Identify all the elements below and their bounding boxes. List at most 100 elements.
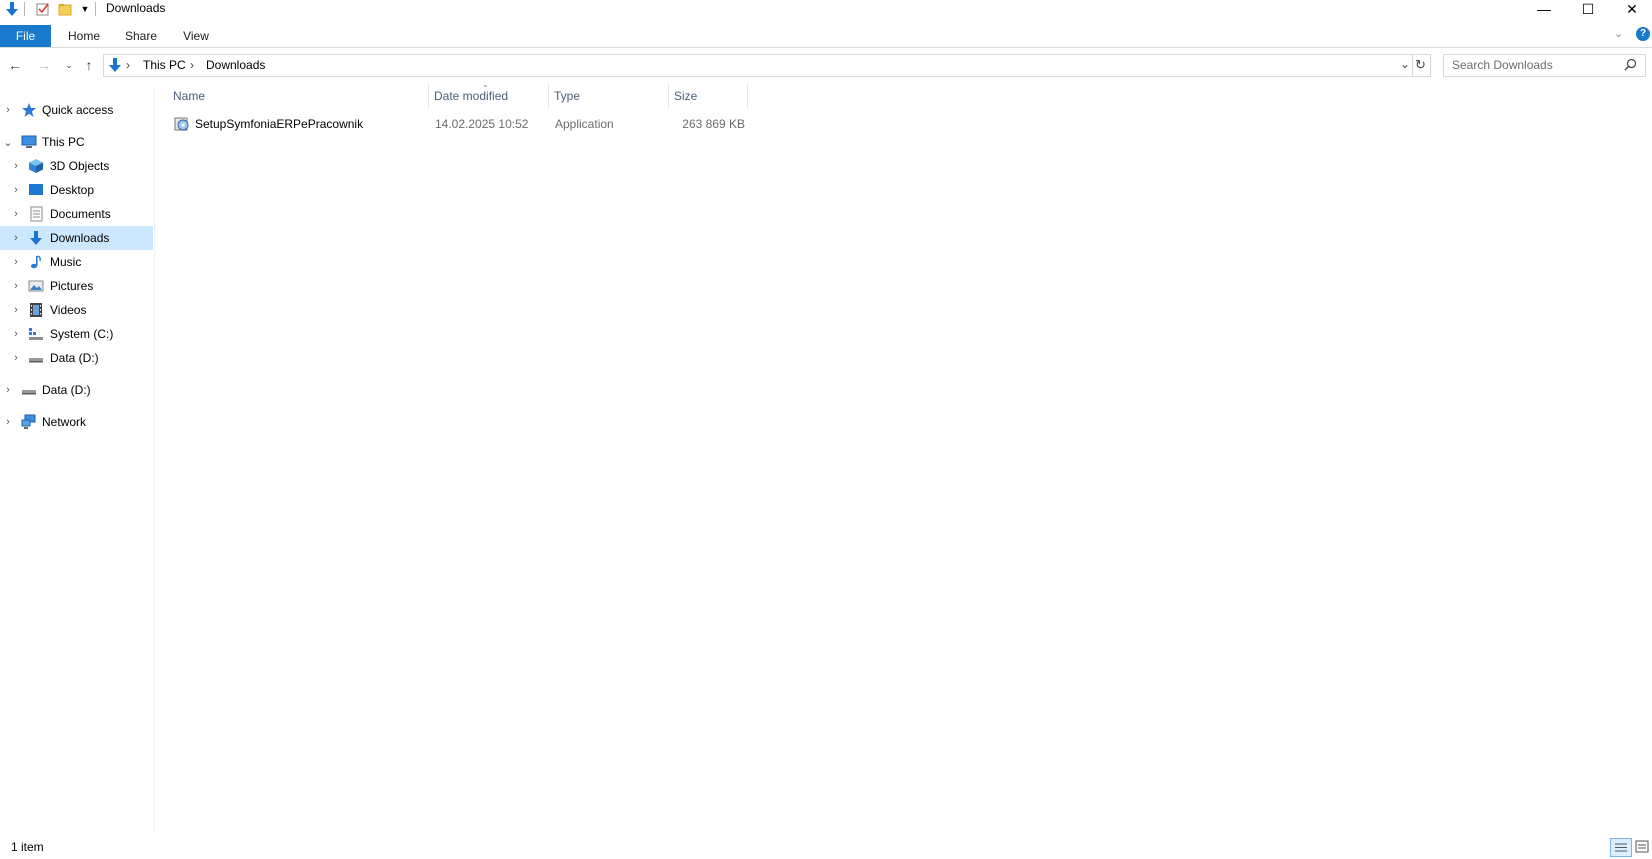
column-header-date-modified[interactable]: Date modified <box>434 84 544 108</box>
expand-chevron-icon[interactable]: › <box>11 256 21 268</box>
properties-icon[interactable] <box>35 1 51 17</box>
expand-chevron-icon[interactable]: › <box>11 328 21 340</box>
sidebar-item-label: Pictures <box>50 279 94 293</box>
up-arrow-icon[interactable]: ↑ <box>79 55 99 75</box>
expand-chevron-icon[interactable]: › <box>3 416 13 428</box>
installer-icon <box>174 116 190 135</box>
sidebar-item-3d-objects[interactable]: › 3D Objects <box>0 154 153 178</box>
navigation-bar: ← → ⌄ ↑ › This PC › Downloads ⌄ ↻ <box>0 52 1652 78</box>
maximize-button[interactable]: ☐ <box>1565 0 1611 18</box>
breadcrumb-downloads[interactable]: Downloads <box>206 58 265 72</box>
column-separator[interactable] <box>668 84 669 108</box>
search-icon[interactable] <box>1624 58 1637 74</box>
file-type: Application <box>555 117 614 131</box>
expand-chevron-icon[interactable]: › <box>11 304 21 316</box>
sidebar-item-label: Music <box>50 255 82 269</box>
minimize-button[interactable]: — <box>1521 0 1567 18</box>
expand-chevron-icon[interactable]: › <box>11 352 21 364</box>
sidebar-item-label: Network <box>42 415 87 429</box>
sidebar-item-system-c[interactable]: › System (C:) <box>0 322 153 346</box>
cube-icon <box>28 158 44 174</box>
sidebar-item-videos[interactable]: › Videos <box>0 298 153 322</box>
tab-view[interactable]: View <box>178 25 214 47</box>
expand-chevron-icon[interactable]: › <box>11 280 21 292</box>
breadcrumb-separator: › <box>126 58 130 72</box>
forward-arrow-icon[interactable]: → <box>34 55 54 75</box>
tab-file[interactable]: File <box>0 25 51 47</box>
ribbon-tabs: File Home Share View ⌄ ? <box>0 25 1652 48</box>
address-separator <box>1412 55 1413 76</box>
drive-icon <box>21 382 37 398</box>
column-header-name[interactable]: Name <box>173 84 423 108</box>
column-separator[interactable] <box>428 84 429 108</box>
sidebar-item-label: 3D Objects <box>50 159 110 173</box>
breadcrumb-this-pc[interactable]: This PC <box>143 58 186 72</box>
expand-chevron-icon[interactable]: › <box>11 160 21 172</box>
search-box[interactable] <box>1443 54 1646 77</box>
desktop-icon <box>28 182 44 198</box>
sidebar-item-label: System (C:) <box>50 327 114 341</box>
file-date-modified: 14.02.2025 10:52 <box>435 117 529 131</box>
new-folder-icon[interactable] <box>57 1 73 17</box>
title-separator <box>95 2 96 16</box>
sidebar-item-label: Downloads <box>50 231 110 245</box>
expand-chevron-icon[interactable]: › <box>3 384 13 396</box>
download-arrow-icon <box>107 57 123 76</box>
sidebar-item-label: Data (D:) <box>42 383 91 397</box>
large-icons-view-icon[interactable] <box>1634 838 1651 855</box>
search-input[interactable] <box>1444 55 1622 74</box>
window-title: Downloads <box>106 1 166 15</box>
help-icon[interactable]: ? <box>1636 27 1650 41</box>
sidebar-item-label: This PC <box>42 135 85 149</box>
sidebar-item-data-d-root[interactable]: › Data (D:) <box>0 378 153 402</box>
expand-chevron-icon[interactable]: › <box>11 232 21 244</box>
sidebar-item-downloads[interactable]: › Downloads <box>0 226 153 250</box>
expand-chevron-icon[interactable]: › <box>11 184 21 196</box>
refresh-icon[interactable]: ↻ <box>1415 57 1426 73</box>
sidebar-item-music[interactable]: › Music <box>0 250 153 274</box>
sidebar-item-this-pc[interactable]: ⌄ This PC <box>0 130 153 154</box>
column-separator[interactable] <box>548 84 549 108</box>
sidebar-item-desktop[interactable]: › Desktop <box>0 178 153 202</box>
item-count: 1 item <box>11 840 44 854</box>
download-arrow-icon <box>4 1 20 17</box>
sidebar-item-pictures[interactable]: › Pictures <box>0 274 153 298</box>
title-bar: ▼ Downloads — ☐ ✕ <box>0 0 1652 18</box>
expand-chevron-icon[interactable]: › <box>3 104 13 116</box>
sidebar-item-label: Documents <box>50 207 111 221</box>
column-header-size[interactable]: Size <box>674 84 744 108</box>
title-separator <box>24 2 25 16</box>
film-icon <box>28 302 44 318</box>
recent-locations-icon[interactable]: ⌄ <box>59 55 79 75</box>
tab-home[interactable]: Home <box>64 25 104 47</box>
star-icon <box>21 102 37 118</box>
address-dropdown-icon[interactable]: ⌄ <box>1400 57 1410 71</box>
expand-chevron-icon[interactable]: › <box>11 208 21 220</box>
document-icon <box>28 206 44 222</box>
collapse-chevron-icon[interactable]: ⌄ <box>3 137 13 149</box>
table-row[interactable]: SetupSymfoniaERPePracownik 14.02.2025 10… <box>168 112 748 136</box>
sidebar-item-label: Videos <box>50 303 87 317</box>
customize-toolbar-icon[interactable]: ▼ <box>77 1 93 17</box>
sidebar-item-data-d[interactable]: › Data (D:) <box>0 346 153 370</box>
computer-icon <box>21 134 37 150</box>
details-view-icon[interactable] <box>1610 838 1632 857</box>
column-header-type[interactable]: Type <box>554 84 664 108</box>
file-size: 263 869 KB <box>682 117 745 131</box>
drive-icon <box>28 350 44 366</box>
close-button[interactable]: ✕ <box>1609 0 1652 18</box>
sidebar-item-label: Desktop <box>50 183 95 197</box>
address-bar[interactable]: › This PC › Downloads ⌄ ↻ <box>103 54 1431 77</box>
network-icon <box>21 414 37 430</box>
sidebar-item-network[interactable]: › Network <box>0 410 153 434</box>
tab-share[interactable]: Share <box>121 25 161 47</box>
column-separator[interactable] <box>747 84 748 108</box>
music-note-icon <box>28 254 44 270</box>
sidebar-item-quick-access[interactable]: › Quick access <box>0 98 153 122</box>
sidebar-item-documents[interactable]: › Documents <box>0 202 153 226</box>
expand-ribbon-icon[interactable]: ⌄ <box>1614 27 1623 40</box>
picture-icon <box>28 278 44 294</box>
breadcrumb-separator: › <box>190 58 194 72</box>
back-arrow-icon[interactable]: ← <box>5 55 25 75</box>
sidebar-item-label: Quick access <box>42 103 114 117</box>
